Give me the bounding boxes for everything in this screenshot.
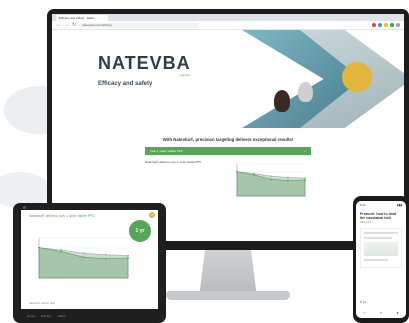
camera-icon [23,206,26,209]
text-line [364,259,388,261]
profile-avatar-icon[interactable] [396,23,400,27]
tablet-nav-item[interactable]: Home [27,314,35,318]
brand-logo[interactable]: NATEVBA injection [98,54,191,77]
browser-tabbar: Efficacy and safety · Natev… [52,14,404,21]
logo-subtext: injection [179,73,191,77]
text-line [364,237,392,239]
phone-post-subtitle: Natevba® [360,221,372,224]
data-point [60,249,63,251]
chevron-down-icon: ⌄ [303,149,306,153]
extension-icon[interactable] [384,23,388,27]
tablet-nav-item[interactable]: Efficacy [41,314,51,318]
logo-text: NATEVBA [98,53,191,73]
data-point [60,250,63,253]
phone-post-title: Protocol: how to treat the nasolabial fo… [360,212,397,220]
tablet-navbar: Home Efficacy Safety [21,312,158,319]
tablet-screen: Natevba® delivers over 1 year visible PP… [21,210,158,309]
data-point [82,256,85,259]
data-point [82,252,85,255]
data-point [270,175,272,178]
phone-chart-thumbnail [364,242,398,256]
data-point [104,253,107,256]
hero-title: Efficacy and safety [98,81,153,87]
like-count[interactable]: ♥ 24 [360,300,366,304]
monitor-stand-base [166,291,290,300]
extension-icon[interactable] [378,23,382,27]
phone-post-card[interactable] [360,228,402,268]
phone-time: 9:41 [360,203,366,207]
data-point [304,179,306,181]
close-icon[interactable]: × [149,212,155,218]
extension-icon[interactable] [372,23,376,27]
signal-icon: ▮▮▮ [397,203,402,207]
section-title: With Natevba®, precision targeting deliv… [162,137,294,142]
accordion-label: Year 1 years visible PPC [150,149,183,153]
series-area-1 [38,247,129,279]
data-point [104,257,107,260]
browser-addressbar: ← → ↻ nateveba.com/efficacy [52,21,404,30]
data-point [287,176,289,179]
forward-arrow-icon[interactable]: → [64,22,69,28]
extension-icons [372,23,400,27]
panel-text: Natevba® delivers over 1 year visible PP… [145,160,202,164]
phone-device: 9:41 ▮▮▮ Protocol: how to treat the naso… [353,196,409,323]
phone-bottom-nav: ⌂ ⌕ ● [356,310,406,315]
text-line [364,232,398,234]
person-photo [274,90,290,112]
phone-screen: 9:41 ▮▮▮ Protocol: how to treat the naso… [356,201,406,318]
browser-tab[interactable]: Efficacy and safety · Natev… [56,15,108,21]
profile-icon[interactable]: ● [396,310,398,315]
tablet-nav-item[interactable]: Safety [57,314,66,318]
back-arrow-icon[interactable]: ← [56,22,61,28]
data-point [304,177,306,179]
reload-icon[interactable]: ↻ [72,22,76,28]
tablet-title: Natevba® delivers over 1 year visible PP… [29,214,95,218]
tablet-chart [29,228,134,286]
person-photo [298,82,313,102]
tablet-footer: Natevba® efficacy data [29,302,55,305]
tablet-chart-svg [38,237,129,279]
data-point [127,254,129,257]
accordion-panel: Natevba® delivers over 1 year visible PP… [145,158,311,202]
phone-statusbar: 9:41 ▮▮▮ [356,201,406,209]
extension-icon[interactable] [390,23,394,27]
efficacy-chart-svg [236,163,306,197]
data-point [127,257,129,259]
url-field[interactable]: nateveba.com/efficacy [79,22,200,28]
data-point [253,173,255,176]
tablet-device: Natevba® delivers over 1 year visible PP… [13,203,166,323]
data-point [287,179,289,182]
home-icon[interactable]: ⌂ [363,310,365,315]
efficacy-chart [229,158,309,202]
gold-circle-graphic [342,62,372,92]
search-icon[interactable]: ⌕ [380,310,382,315]
hero-banner: NATEVBA injection Efficacy and safety [52,30,404,128]
data-point [270,178,272,181]
accordion-header[interactable]: Year 1 years visible PPC ⌄ [145,147,311,155]
